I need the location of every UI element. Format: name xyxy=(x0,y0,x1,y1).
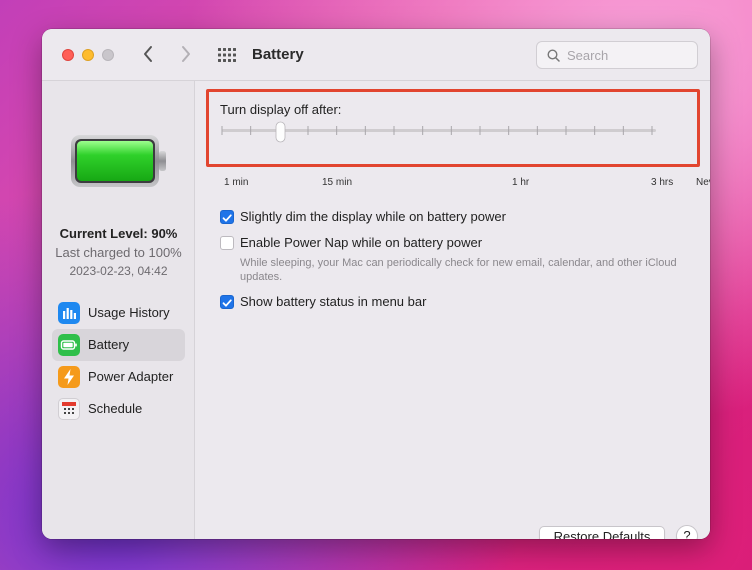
turn-display-off-label: Turn display off after: xyxy=(220,102,342,117)
back-button[interactable] xyxy=(142,45,154,67)
sidebar-item-usage-history[interactable]: Usage History xyxy=(52,297,185,329)
calendar-icon xyxy=(58,398,80,420)
tick-label-3-hrs: 3 hrs xyxy=(651,177,674,188)
checkmark-icon xyxy=(222,299,232,307)
sidebar-item-battery[interactable]: Battery xyxy=(52,329,185,361)
sidebar-item-label: Power Adapter xyxy=(88,369,174,384)
forward-button[interactable] xyxy=(180,45,192,67)
minimize-window-button[interactable] xyxy=(82,49,94,61)
preferences-window: Battery Current Level: 90% xyxy=(42,29,710,539)
dim-display-label: Slightly dim the display while on batter… xyxy=(240,209,506,224)
show-all-grid-icon[interactable] xyxy=(218,48,236,62)
tick-label-1-min: 1 min xyxy=(224,177,249,188)
sidebar: Current Level: 90% Last charged to 100% … xyxy=(42,81,195,539)
current-level-text: Current Level: 90% xyxy=(59,226,178,241)
sidebar-item-power-adapter[interactable]: Power Adapter xyxy=(52,361,185,393)
sidebar-item-schedule[interactable]: Schedule xyxy=(52,393,185,425)
show-battery-status-label: Show battery status in menu bar xyxy=(240,294,427,309)
show-battery-status-checkbox[interactable] xyxy=(220,295,234,309)
slider-thumb[interactable] xyxy=(275,121,286,143)
tick-label-1-hr: 1 hr xyxy=(512,177,530,188)
dim-display-checkbox[interactable] xyxy=(220,210,234,224)
title-bar: Battery xyxy=(42,29,710,81)
display-off-slider[interactable] xyxy=(220,121,660,143)
battery-icon xyxy=(58,334,80,356)
sidebar-item-label: Battery xyxy=(88,337,130,352)
search-field[interactable] xyxy=(536,41,698,69)
close-window-button[interactable] xyxy=(62,49,74,61)
search-icon xyxy=(547,49,560,62)
lightning-icon xyxy=(58,366,80,388)
help-button[interactable]: ? xyxy=(676,525,698,539)
battery-level-icon xyxy=(71,135,166,187)
chevron-left-icon xyxy=(144,46,152,62)
search-input[interactable] xyxy=(567,46,692,64)
power-nap-description: While sleeping, your Mac can periodicall… xyxy=(240,257,677,283)
sidebar-item-label: Usage History xyxy=(88,305,170,320)
battery-settings-pane: Turn display off after: 1 min 15 min 1 h… xyxy=(196,81,710,539)
chevron-right-icon xyxy=(182,46,190,62)
tick-label-never: Never xyxy=(696,177,710,188)
bar-chart-icon xyxy=(58,302,80,324)
power-nap-checkbox[interactable] xyxy=(220,236,234,250)
restore-defaults-button[interactable]: Restore Defaults xyxy=(539,526,665,539)
window-title: Battery xyxy=(252,46,304,63)
last-charged-date: 2023-02-23, 04:42 xyxy=(69,264,168,278)
checkmark-icon xyxy=(222,214,232,222)
last-charged-text: Last charged to 100% xyxy=(55,245,182,260)
zoom-window-button[interactable] xyxy=(102,49,114,61)
tick-label-15-min: 15 min xyxy=(322,177,353,188)
power-nap-label: Enable Power Nap while on battery power xyxy=(240,235,483,250)
sidebar-item-label: Schedule xyxy=(88,401,143,416)
